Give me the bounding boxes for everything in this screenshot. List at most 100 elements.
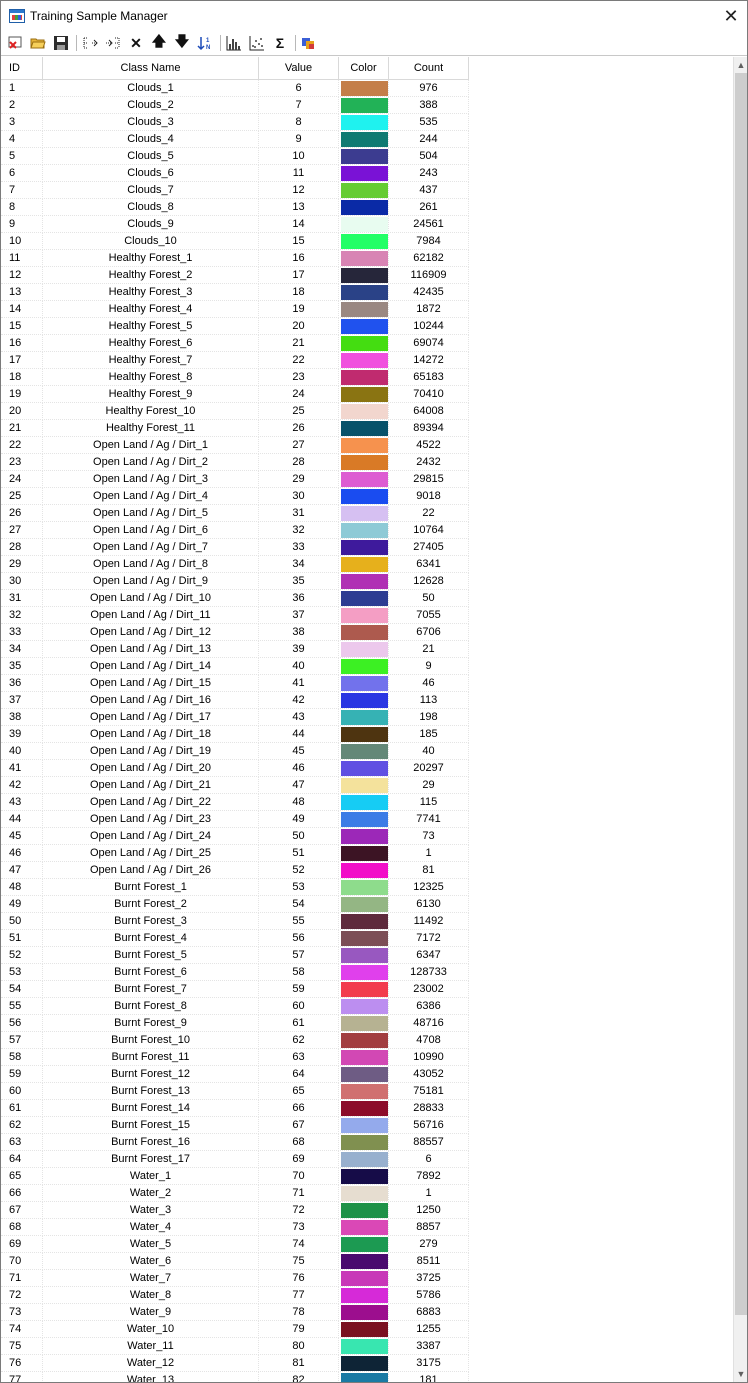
row-color-cell[interactable] [339, 862, 389, 879]
color-swatch[interactable] [341, 387, 388, 402]
table-row[interactable]: 17 Healthy Forest_7 22 14272 [1, 352, 469, 369]
row-color-cell[interactable] [339, 437, 389, 454]
table-row[interactable]: 47 Open Land / Ag / Dirt_26 52 81 [1, 862, 469, 879]
statistics-sigma-icon[interactable]: Σ [270, 33, 290, 53]
row-color-cell[interactable] [339, 709, 389, 726]
row-color-cell[interactable] [339, 216, 389, 233]
table-row[interactable]: 20 Healthy Forest_10 25 64008 [1, 403, 469, 420]
table-row[interactable]: 66 Water_2 71 1 [1, 1185, 469, 1202]
color-swatch[interactable] [341, 642, 388, 657]
table-row[interactable]: 39 Open Land / Ag / Dirt_18 44 185 [1, 726, 469, 743]
close-button[interactable]: ✕ [715, 1, 747, 31]
table-row[interactable]: 34 Open Land / Ag / Dirt_13 39 21 [1, 641, 469, 658]
table-row[interactable]: 53 Burnt Forest_6 58 128733 [1, 964, 469, 981]
color-swatch[interactable] [341, 149, 388, 164]
color-swatch[interactable] [341, 1271, 388, 1286]
row-color-cell[interactable] [339, 590, 389, 607]
color-swatch[interactable] [341, 540, 388, 555]
row-color-cell[interactable] [339, 80, 389, 97]
row-color-cell[interactable] [339, 250, 389, 267]
table-row[interactable]: 49 Burnt Forest_2 54 6130 [1, 896, 469, 913]
table-row[interactable]: 26 Open Land / Ag / Dirt_5 31 22 [1, 505, 469, 522]
color-swatch[interactable] [341, 1305, 388, 1320]
row-color-cell[interactable] [339, 556, 389, 573]
table-row[interactable]: 44 Open Land / Ag / Dirt_23 49 7741 [1, 811, 469, 828]
table-row[interactable]: 24 Open Land / Ag / Dirt_3 29 29815 [1, 471, 469, 488]
color-swatch[interactable] [341, 302, 388, 317]
color-swatch[interactable] [341, 1322, 388, 1337]
color-swatch[interactable] [341, 591, 388, 606]
row-color-cell[interactable] [339, 505, 389, 522]
color-swatch[interactable] [341, 489, 388, 504]
table-row[interactable]: 51 Burnt Forest_4 56 7172 [1, 930, 469, 947]
table-row[interactable]: 41 Open Land / Ag / Dirt_20 46 20297 [1, 760, 469, 777]
table-row[interactable]: 8 Clouds_8 13 261 [1, 199, 469, 216]
table-row[interactable]: 9 Clouds_9 14 24561 [1, 216, 469, 233]
table-row[interactable]: 55 Burnt Forest_8 60 6386 [1, 998, 469, 1015]
table-row[interactable]: 10 Clouds_10 15 7984 [1, 233, 469, 250]
row-color-cell[interactable] [339, 1253, 389, 1270]
row-color-cell[interactable] [339, 267, 389, 284]
row-color-cell[interactable] [339, 692, 389, 709]
table-row[interactable]: 22 Open Land / Ag / Dirt_1 27 4522 [1, 437, 469, 454]
color-swatch[interactable] [341, 1237, 388, 1252]
row-color-cell[interactable] [339, 386, 389, 403]
row-color-cell[interactable] [339, 352, 389, 369]
row-color-cell[interactable] [339, 624, 389, 641]
table-row[interactable]: 35 Open Land / Ag / Dirt_14 40 9 [1, 658, 469, 675]
color-swatch[interactable] [341, 1135, 388, 1150]
color-swatch[interactable] [341, 268, 388, 283]
color-swatch[interactable] [341, 710, 388, 725]
row-color-cell[interactable] [339, 1066, 389, 1083]
color-swatch[interactable] [341, 1186, 388, 1201]
row-color-cell[interactable] [339, 1032, 389, 1049]
row-color-cell[interactable] [339, 165, 389, 182]
color-swatch[interactable] [341, 999, 388, 1014]
row-color-cell[interactable] [339, 148, 389, 165]
color-swatch[interactable] [341, 744, 388, 759]
row-color-cell[interactable] [339, 1304, 389, 1321]
row-color-cell[interactable] [339, 607, 389, 624]
row-color-cell[interactable] [339, 675, 389, 692]
row-color-cell[interactable] [339, 1372, 389, 1382]
row-color-cell[interactable] [339, 930, 389, 947]
color-swatch[interactable] [341, 1203, 388, 1218]
table-row[interactable]: 62 Burnt Forest_15 67 56716 [1, 1117, 469, 1134]
row-color-cell[interactable] [339, 1117, 389, 1134]
color-swatch[interactable] [341, 965, 388, 980]
table-row[interactable]: 33 Open Land / Ag / Dirt_12 38 6706 [1, 624, 469, 641]
color-swatch[interactable] [341, 795, 388, 810]
table-row[interactable]: 61 Burnt Forest_14 66 28833 [1, 1100, 469, 1117]
table-row[interactable]: 2 Clouds_2 7 388 [1, 97, 469, 114]
table-row[interactable]: 7 Clouds_7 12 437 [1, 182, 469, 199]
table-row[interactable]: 72 Water_8 77 5786 [1, 1287, 469, 1304]
table-row[interactable]: 60 Burnt Forest_13 65 75181 [1, 1083, 469, 1100]
color-swatch[interactable] [341, 727, 388, 742]
table-row[interactable]: 1 Clouds_1 6 976 [1, 80, 469, 97]
color-swatch[interactable] [341, 625, 388, 640]
merge-classes-icon[interactable] [80, 33, 100, 53]
row-color-cell[interactable] [339, 845, 389, 862]
table-row[interactable]: 71 Water_7 76 3725 [1, 1270, 469, 1287]
table-row[interactable]: 36 Open Land / Ag / Dirt_15 41 46 [1, 675, 469, 692]
table-row[interactable]: 75 Water_11 80 3387 [1, 1338, 469, 1355]
color-swatch[interactable] [341, 438, 388, 453]
row-color-cell[interactable] [339, 641, 389, 658]
color-swatch[interactable] [341, 574, 388, 589]
color-swatch[interactable] [341, 812, 388, 827]
move-up-icon[interactable]: 🡅 [149, 33, 169, 53]
color-swatch[interactable] [341, 370, 388, 385]
table-row[interactable]: 23 Open Land / Ag / Dirt_2 28 2432 [1, 454, 469, 471]
table-row[interactable]: 73 Water_9 78 6883 [1, 1304, 469, 1321]
row-color-cell[interactable] [339, 454, 389, 471]
color-swatch[interactable] [341, 659, 388, 674]
table-row[interactable]: 27 Open Land / Ag / Dirt_6 32 10764 [1, 522, 469, 539]
table-row[interactable]: 11 Healthy Forest_1 16 62182 [1, 250, 469, 267]
color-swatch[interactable] [341, 200, 388, 215]
row-color-cell[interactable] [339, 1151, 389, 1168]
row-color-cell[interactable] [339, 658, 389, 675]
table-row[interactable]: 43 Open Land / Ag / Dirt_22 48 115 [1, 794, 469, 811]
color-swatch[interactable] [341, 166, 388, 181]
color-swatch[interactable] [341, 778, 388, 793]
row-color-cell[interactable] [339, 1338, 389, 1355]
